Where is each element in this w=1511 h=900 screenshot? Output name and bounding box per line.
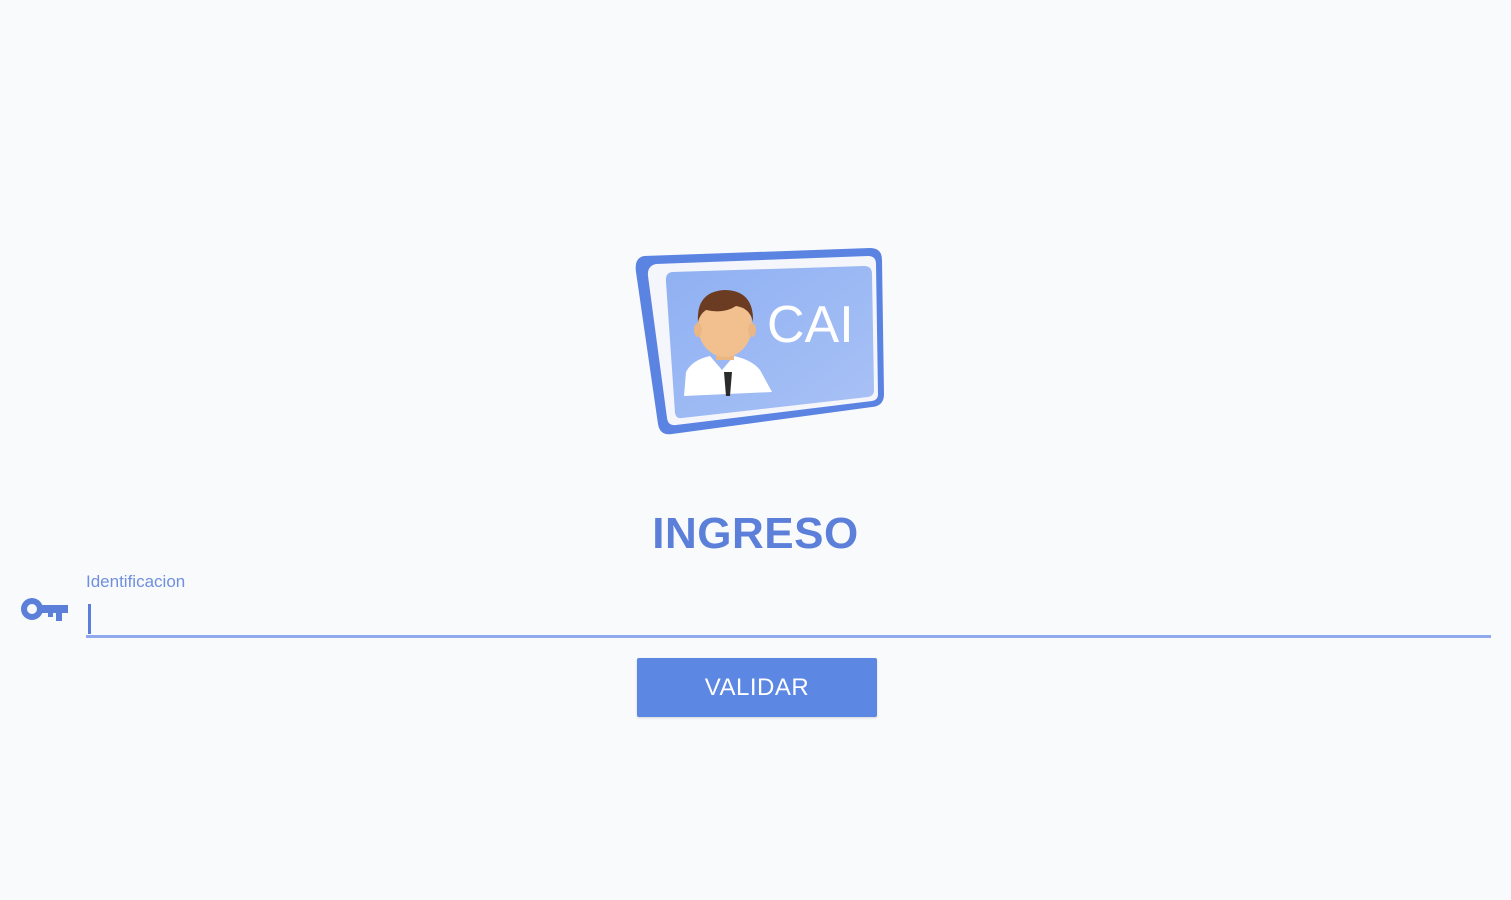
login-screen: CAI INGRESO Identificacion VALIDAR <box>0 0 1511 900</box>
identification-input[interactable] <box>86 600 1491 636</box>
id-card-icon: CAI <box>635 248 884 435</box>
validate-button[interactable]: VALIDAR <box>637 658 877 717</box>
key-icon <box>21 598 68 621</box>
text-cursor <box>88 604 91 634</box>
input-underline <box>86 635 1491 638</box>
identification-field: Identificacion <box>86 566 1491 640</box>
identification-field-row: Identificacion <box>0 566 1511 646</box>
cai-logo: CAI <box>632 244 884 439</box>
page-title: INGRESO <box>652 509 859 558</box>
identification-label: Identificacion <box>86 572 186 591</box>
logo-text: CAI <box>767 296 854 354</box>
